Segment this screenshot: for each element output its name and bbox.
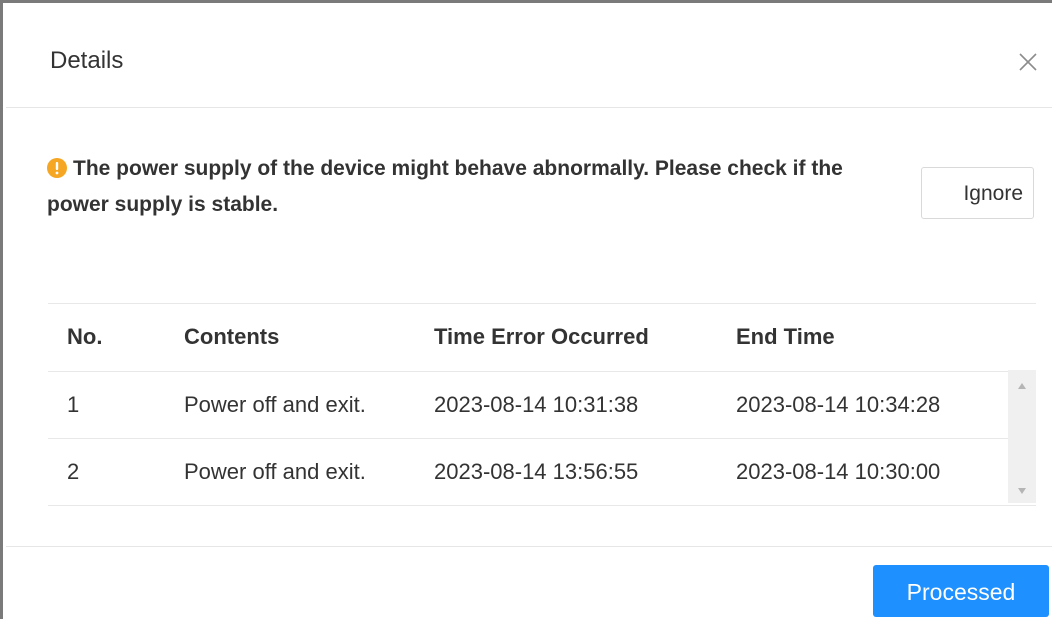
header-end-time: End Time	[736, 324, 835, 349]
table-scrollbar[interactable]	[1008, 370, 1036, 503]
header-time-error: Time Error Occurred	[434, 324, 649, 349]
close-icon[interactable]	[1009, 43, 1047, 81]
scroll-down-icon[interactable]	[1016, 483, 1028, 494]
details-table: No. Contents Time Error Occurred End Tim…	[48, 303, 1036, 506]
alert-text: The power supply of the device might beh…	[47, 157, 843, 216]
dialog-header: Details	[6, 3, 1052, 108]
row-contents: Power off and exit.	[184, 392, 366, 417]
processed-button[interactable]: Processed	[873, 565, 1049, 617]
details-dialog: Details The power supply of the device m…	[0, 0, 1052, 619]
row-time-error: 2023-08-14 13:56:55	[434, 459, 639, 484]
table-row[interactable]: 1 Power off and exit. 2023-08-14 10:31:3…	[48, 372, 1036, 439]
table-header: No. Contents Time Error Occurred End Tim…	[48, 304, 1036, 372]
row-time-error: 2023-08-14 10:31:38	[434, 392, 639, 417]
alert-message: The power supply of the device might beh…	[47, 151, 877, 223]
row-end-time: 2023-08-14 10:34:28	[736, 392, 941, 417]
scroll-up-icon[interactable]	[1016, 378, 1028, 389]
table-row[interactable]: 2 Power off and exit. 2023-08-14 13:56:5…	[48, 439, 1036, 506]
row-no: 1	[67, 392, 80, 417]
header-no: No.	[67, 324, 103, 349]
header-contents: Contents	[184, 324, 280, 349]
ignore-button[interactable]: Ignore	[921, 167, 1034, 219]
row-contents: Power off and exit.	[184, 459, 366, 484]
row-end-time: 2023-08-14 10:30:00	[736, 459, 941, 484]
warning-icon	[47, 154, 67, 178]
row-no: 2	[67, 459, 80, 484]
dialog-title: Details	[50, 47, 124, 74]
